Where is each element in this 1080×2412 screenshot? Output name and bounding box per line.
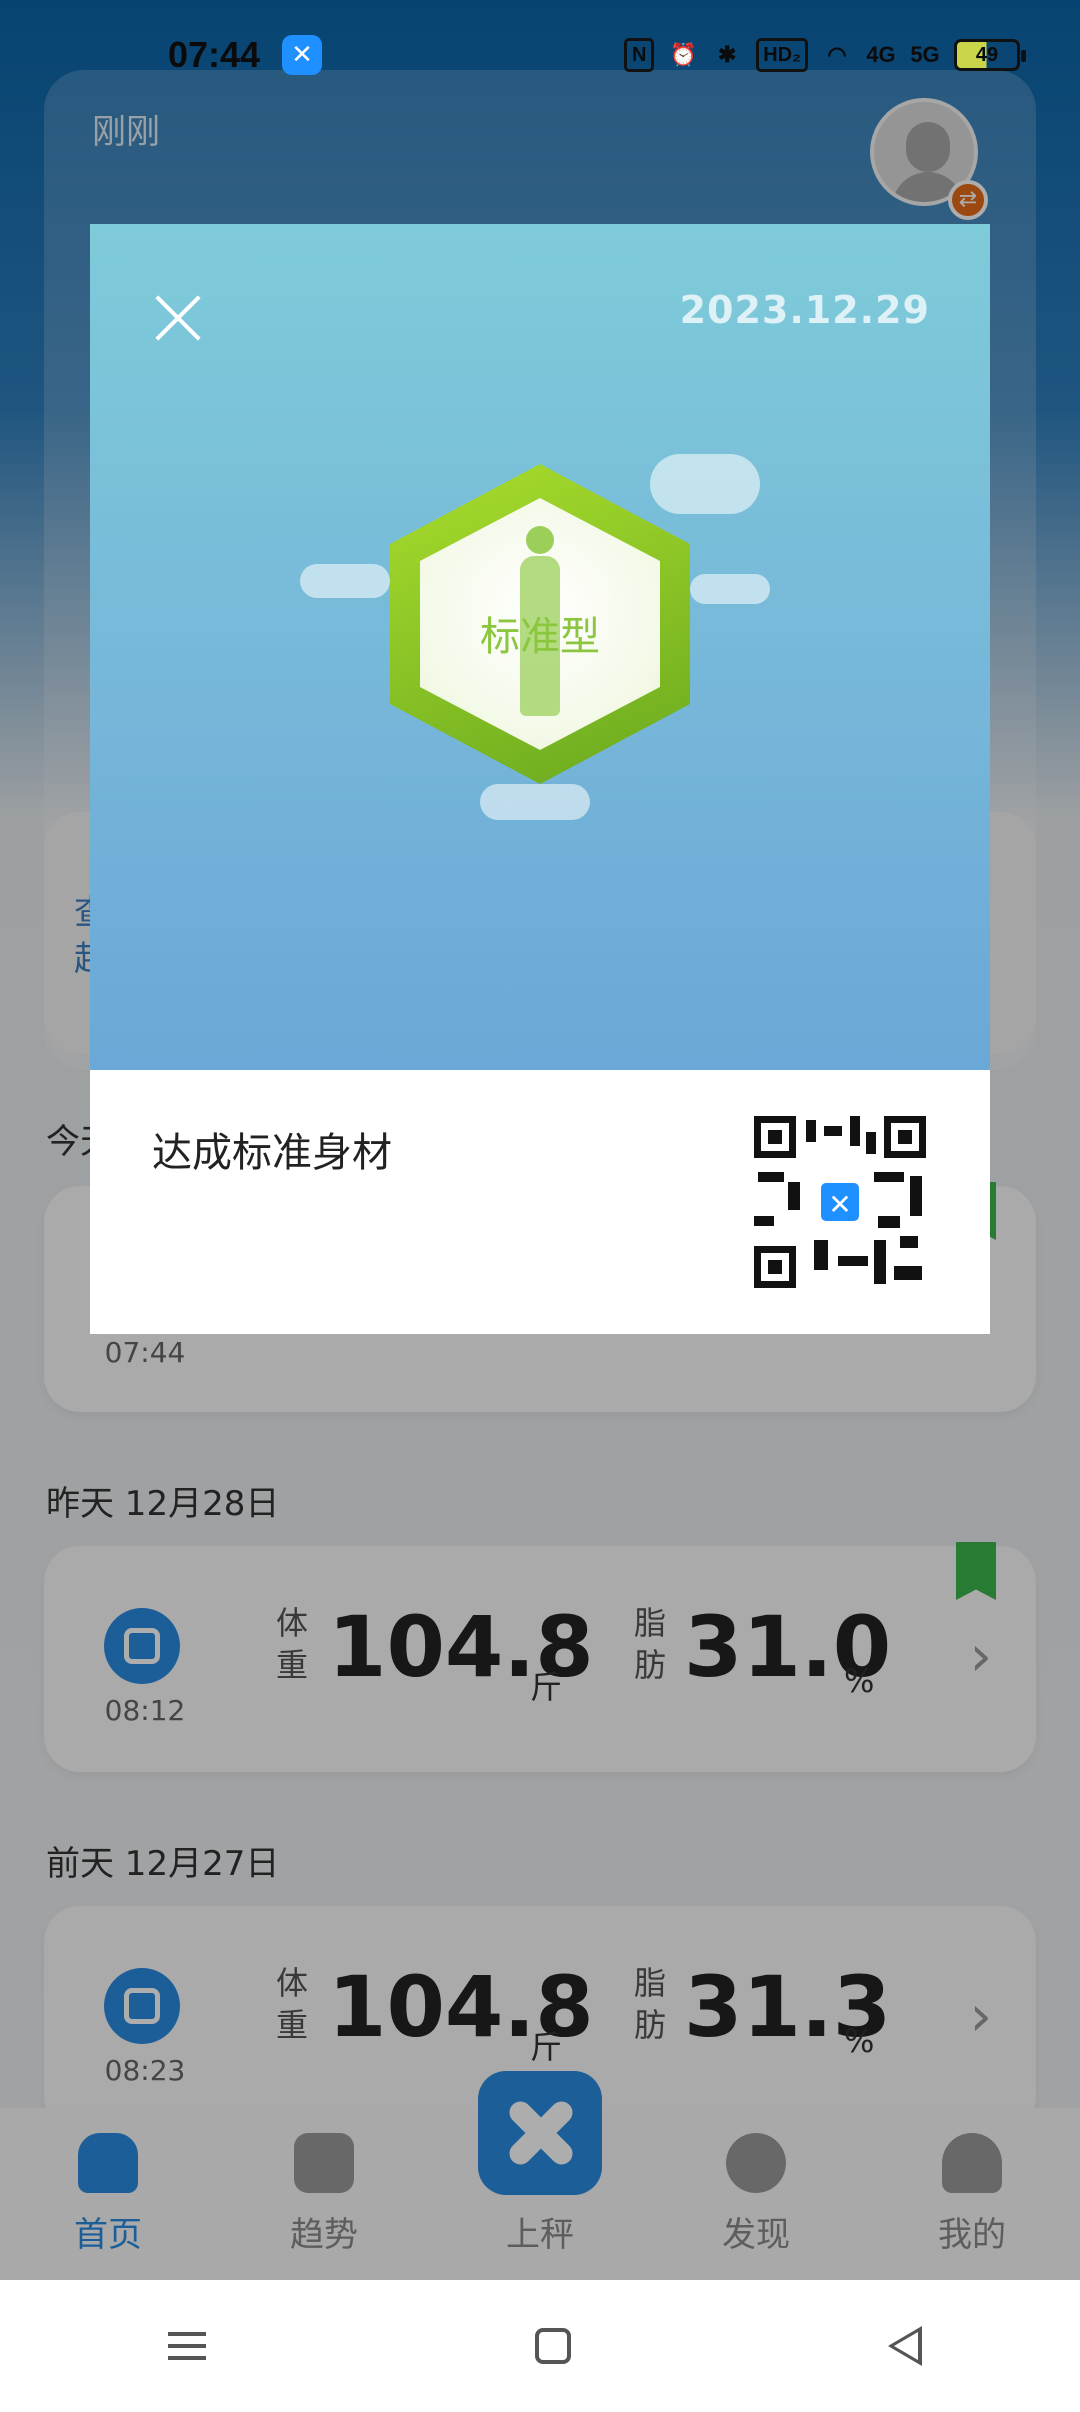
signal-4g-icon: 4G bbox=[866, 42, 896, 67]
signal-5g-icon: 5G bbox=[910, 42, 940, 67]
app-notification-icon: ✕ bbox=[282, 35, 323, 75]
modal-hero: 2023.12.29 标准型 bbox=[90, 224, 990, 1070]
qr-module bbox=[758, 1172, 784, 1182]
bluetooth-icon: ✱ bbox=[718, 42, 737, 67]
qr-module bbox=[754, 1216, 774, 1226]
close-icon[interactable] bbox=[152, 292, 204, 344]
qr-module bbox=[878, 1216, 900, 1228]
wifi-icon: ◠ bbox=[827, 42, 847, 67]
qr-code: ✕ bbox=[754, 1116, 926, 1288]
battery-icon: 49 bbox=[954, 39, 1026, 71]
recent-apps-icon[interactable] bbox=[158, 2316, 218, 2376]
qr-module bbox=[874, 1240, 886, 1284]
nfc-icon: N bbox=[624, 38, 655, 72]
home-button-icon[interactable] bbox=[534, 2328, 571, 2364]
status-time: 07:44 bbox=[168, 34, 261, 75]
qr-module bbox=[894, 1266, 922, 1280]
qr-module bbox=[910, 1176, 922, 1216]
qr-module bbox=[874, 1172, 904, 1182]
qr-module bbox=[900, 1236, 918, 1248]
page-indicator bbox=[0, 1144, 1080, 1160]
qr-module bbox=[814, 1240, 828, 1270]
cloud-decoration bbox=[300, 564, 390, 598]
achievement-modal: 2023.12.29 标准型 达成标准身材 ✕ bbox=[90, 224, 990, 1334]
qr-finder bbox=[754, 1246, 796, 1288]
qr-module bbox=[850, 1116, 860, 1146]
cloud-decoration bbox=[480, 784, 590, 820]
system-navigation-bar bbox=[0, 2280, 1080, 2412]
status-bar: 07:44 ✕ N ⏰ ✱ HD₂ ◠ 4G 5G 49 bbox=[0, 0, 1080, 110]
alarm-icon: ⏰ bbox=[669, 42, 697, 67]
page-dot[interactable] bbox=[496, 1144, 512, 1160]
cloud-decoration bbox=[650, 454, 760, 514]
qr-module bbox=[788, 1182, 800, 1210]
page-dot[interactable] bbox=[568, 1144, 584, 1160]
qr-module bbox=[824, 1126, 842, 1136]
qr-logo-icon: ✕ bbox=[818, 1180, 862, 1224]
page-dot[interactable] bbox=[604, 1144, 620, 1160]
page-dot[interactable] bbox=[532, 1144, 548, 1160]
body-figure-icon bbox=[526, 526, 554, 554]
back-icon[interactable] bbox=[887, 2326, 922, 2366]
qr-module bbox=[806, 1120, 816, 1142]
body-type-badge: 标准型 bbox=[300, 404, 770, 824]
cloud-decoration bbox=[690, 574, 770, 604]
page-dot-active[interactable] bbox=[460, 1144, 476, 1160]
modal-footer: 达成标准身材 ✕ bbox=[90, 1070, 990, 1334]
qr-module bbox=[838, 1256, 868, 1266]
status-icons: N ⏰ ✱ HD₂ ◠ 4G 5G 49 bbox=[624, 38, 1026, 72]
hd-icon: HD₂ bbox=[756, 38, 808, 72]
modal-date: 2023.12.29 bbox=[679, 288, 930, 332]
badge-title: 标准型 bbox=[480, 614, 600, 660]
